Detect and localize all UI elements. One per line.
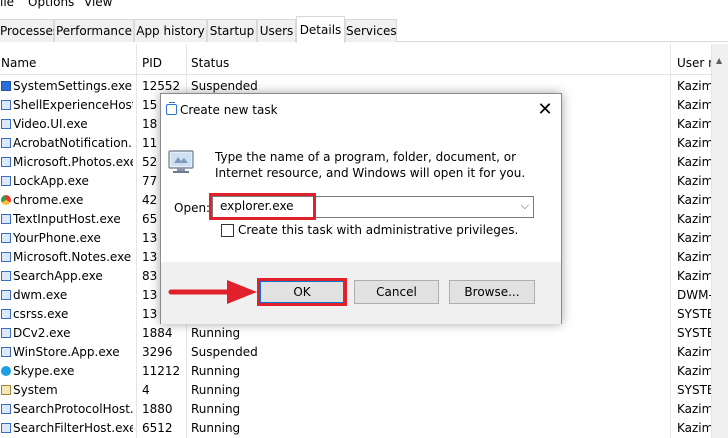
close-button[interactable]: ✕ [533, 100, 557, 122]
tab-startup[interactable]: Startup [207, 19, 257, 42]
admin-privileges-label[interactable]: Create this task with administrative pri… [238, 223, 518, 237]
window-icon [1, 214, 11, 224]
tab-app-history[interactable]: App history [134, 19, 207, 42]
process-pid: 1884 [142, 326, 173, 340]
dialog-title: Create new task [180, 103, 278, 117]
menu-options[interactable]: Options [28, 0, 74, 9]
window-icon [1, 404, 11, 414]
column-pid[interactable]: PID [142, 56, 162, 70]
tab-details[interactable]: Details [296, 16, 345, 43]
process-pid: 12552 [142, 79, 181, 93]
process-status: Running [191, 402, 241, 416]
column-name[interactable]: Name [1, 56, 36, 70]
process-status: Suspended [191, 345, 258, 359]
process-pid: 1880 [142, 402, 173, 416]
chrome-icon [1, 195, 11, 205]
ok-button-highlight [257, 278, 347, 306]
process-name: SearchFilterHost.exe [13, 421, 133, 435]
window-icon [1, 119, 11, 129]
tab-processes[interactable]: Processes [0, 19, 59, 42]
table-row[interactable]: WinStore.App.exe3296SuspendedKazim A [0, 343, 728, 362]
skype-icon [1, 366, 11, 376]
process-name: csrss.exe [13, 307, 69, 321]
tab-performance[interactable]: Performance [54, 19, 134, 42]
arrow-annotation-icon [168, 280, 257, 304]
tab-users[interactable]: Users [257, 19, 296, 42]
process-name: TextInputHost.exe [13, 212, 121, 226]
column-header: Name PID Status User nai [0, 54, 728, 75]
menu-view[interactable]: View [84, 0, 112, 9]
process-pid: 11212 [142, 364, 181, 378]
window-icon [1, 271, 11, 281]
chevron-down-icon[interactable]: ⌵ [521, 199, 529, 213]
process-name: Skype.exe [13, 364, 75, 378]
gear-icon [1, 81, 11, 91]
process-name: Microsoft.Photos.exe [13, 155, 133, 169]
process-name: System [13, 383, 58, 397]
process-name: SearchProtocolHost.... [13, 402, 133, 416]
window-icon [1, 138, 11, 148]
column-status[interactable]: Status [191, 56, 229, 70]
window-icon [1, 328, 11, 338]
process-name: SystemSettings.exe [13, 79, 133, 93]
new-task-icon [166, 102, 177, 115]
process-pid: 4 [142, 383, 150, 397]
table-row[interactable]: SearchProtocolHost....1880RunningKazim A [0, 400, 728, 419]
cancel-button[interactable]: Cancel [354, 280, 439, 304]
window-icon [1, 309, 11, 319]
window-icon [1, 347, 11, 357]
browse-button[interactable]: Browse... [449, 280, 535, 304]
process-name: Microsoft.Notes.exe [13, 250, 132, 264]
process-name: DCv2.exe [13, 326, 71, 340]
window-icon [1, 423, 11, 433]
process-name: YourPhone.exe [13, 231, 101, 245]
process-pid: 3296 [142, 345, 173, 359]
process-status: Running [191, 364, 241, 378]
process-status: Running [191, 383, 241, 397]
process-pid: 6512 [142, 421, 173, 435]
process-name: ShellExperienceHost.... [13, 98, 133, 112]
process-status: Suspended [191, 79, 258, 93]
vertical-scrollbar[interactable]: ▲ [711, 44, 728, 438]
window-icon [1, 176, 11, 186]
tab-strip: Processes Performance App history Startu… [0, 16, 728, 43]
open-field-highlight [209, 193, 316, 220]
table-row[interactable]: SearchFilterHost.exe6512RunningKazim A [0, 419, 728, 438]
process-name: LockApp.exe [13, 174, 89, 188]
menu-bar: ile Options View [0, 0, 728, 16]
menu-file[interactable]: ile [0, 0, 14, 9]
window-icon [1, 290, 11, 300]
table-row[interactable]: Skype.exe11212RunningKazim A [0, 362, 728, 381]
window-icon [1, 233, 11, 243]
process-name: dwm.exe [13, 288, 68, 302]
admin-privileges-checkbox[interactable] [221, 224, 234, 237]
system-icon [1, 385, 11, 395]
open-label: Open: [174, 201, 211, 215]
process-status: Running [191, 421, 241, 435]
scroll-up-icon[interactable]: ▲ [716, 56, 722, 65]
process-name: SearchApp.exe [13, 269, 103, 283]
run-program-icon [168, 150, 194, 173]
process-name: AcrobatNotification.... [13, 136, 133, 150]
window-icon [1, 252, 11, 262]
dialog-title-bar: Create new task ✕ [161, 94, 561, 126]
table-row[interactable]: System4RunningSYSTEM [0, 381, 728, 400]
dialog-description: Type the name of a program, folder, docu… [215, 150, 526, 180]
process-name: WinStore.App.exe [13, 345, 120, 359]
process-name: Video.UI.exe [13, 117, 88, 131]
window-icon [1, 100, 11, 110]
process-name: chrome.exe [13, 193, 84, 207]
tab-services[interactable]: Services [345, 19, 397, 42]
window-icon [1, 157, 11, 167]
table-row[interactable]: DCv2.exe1884RunningSYSTEM [0, 324, 728, 343]
process-status: Running [191, 326, 241, 340]
